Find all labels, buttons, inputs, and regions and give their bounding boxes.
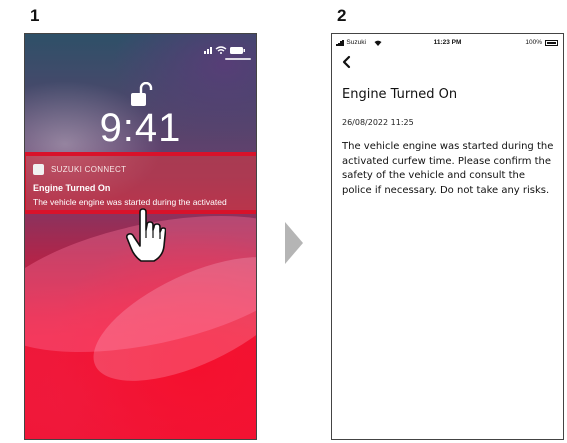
step-number-2: 2 [337,6,347,25]
lock-screen-time: 9:41 [99,106,182,150]
app-icon [33,163,44,175]
step-number-1: 1 [30,6,40,25]
notification-body: The vehicle engine was started during th… [33,197,227,207]
carrier-name: Suzuki [346,39,366,46]
signal-icon [336,39,344,46]
lock-open-icon [131,82,153,106]
notification-detail-title: Engine Turned On [342,87,458,102]
status-carrier: Suzuki [336,39,382,46]
notification-detail-phone: 11:23 PM Suzuki 100% Engine Turned On 26… [331,33,564,440]
notification-detail-message: The vehicle engine was started during th… [342,141,554,196]
wifi-icon [215,46,227,54]
control-center-indicator[interactable] [225,58,251,60]
battery-icon [230,47,245,54]
lock-screen-phone: 9:41 SUZUKI CONNECT Engine Turned On The… [24,33,257,440]
hand-pointer-icon [126,208,166,262]
back-chevron-icon[interactable] [341,55,353,69]
status-battery: 100% [525,39,558,46]
signal-icon [204,47,212,54]
status-icons [204,46,245,54]
notification-banner[interactable]: SUZUKI CONNECT Engine Turned On The vehi… [25,152,256,214]
notification-title: Engine Turned On [33,183,111,193]
wifi-icon [374,40,382,46]
arrow-right-icon [285,222,303,264]
battery-icon [545,39,558,46]
notification-header: SUZUKI CONNECT [33,162,126,176]
battery-percent: 100% [525,39,542,46]
notification-app-name: SUZUKI CONNECT [51,164,127,174]
notification-detail-date: 26/08/2022 11:25 [342,118,414,127]
